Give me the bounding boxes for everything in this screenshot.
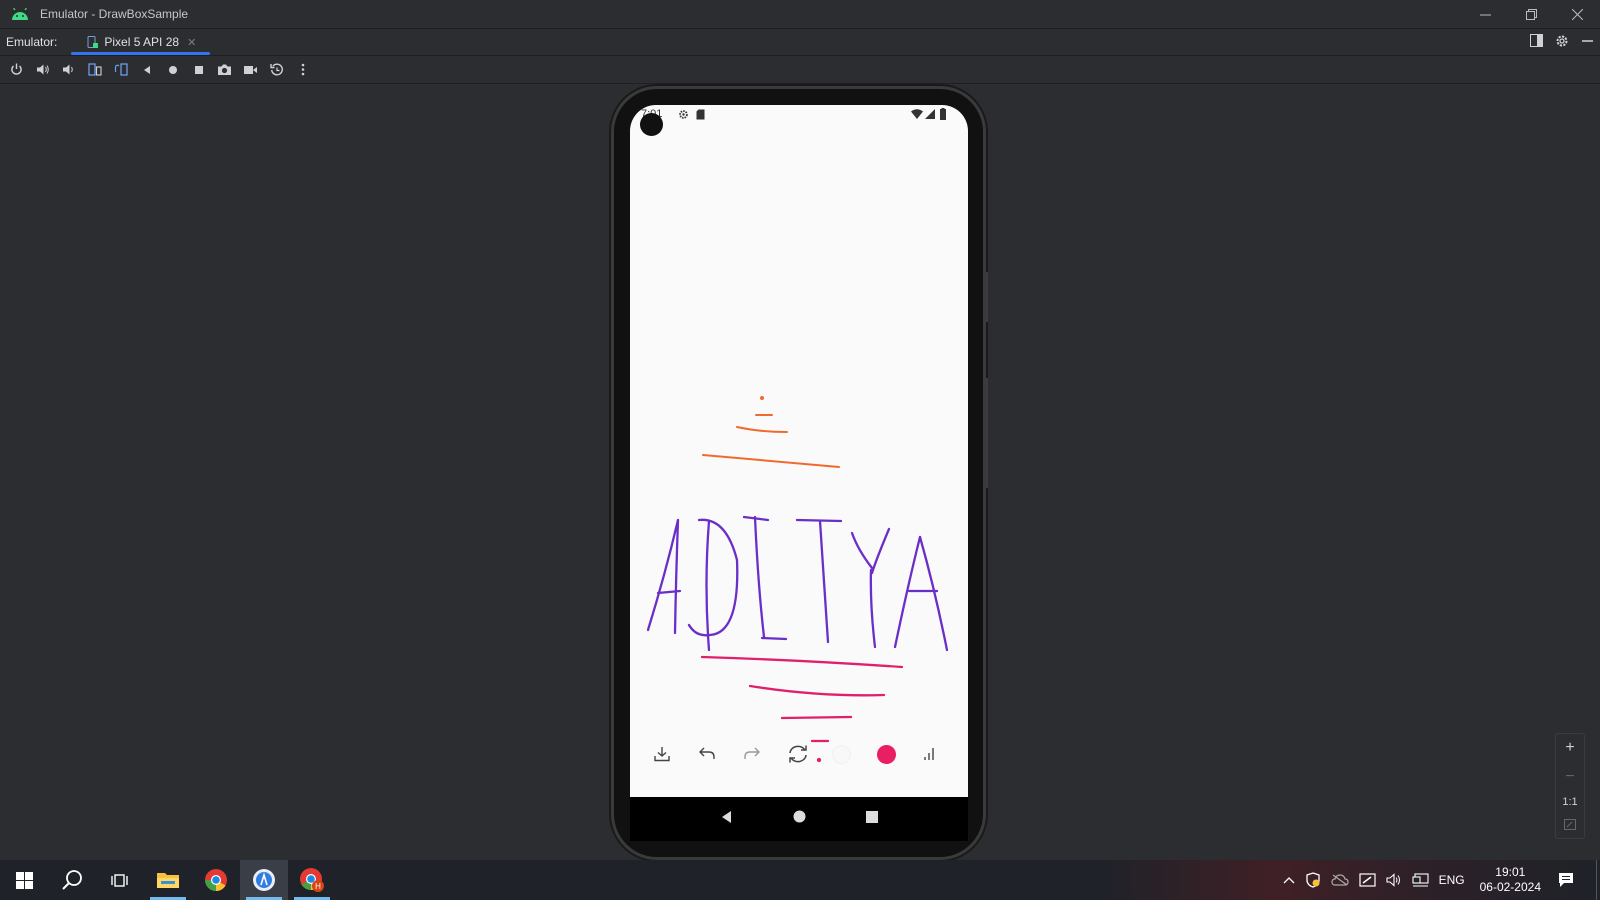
hide-panel-icon[interactable]	[1581, 34, 1594, 50]
status-bar: 7:01	[630, 105, 968, 136]
window-titlebar: Emulator - DrawBoxSample	[0, 0, 1600, 28]
clock[interactable]: 19:01 06-02-2024	[1480, 865, 1541, 895]
android-icon	[11, 7, 29, 21]
clock-date: 06-02-2024	[1479, 880, 1541, 894]
back-icon[interactable]	[136, 59, 157, 80]
speaker-icon[interactable]	[1386, 873, 1402, 887]
wifi-icon	[911, 109, 923, 122]
android-navbar	[630, 797, 968, 841]
camera-icon[interactable]	[214, 59, 235, 80]
start-button[interactable]	[0, 860, 48, 900]
chevron-up-icon[interactable]	[1283, 876, 1295, 884]
zoom-panel: + − 1:1	[1555, 733, 1585, 839]
task-view-icon[interactable]	[96, 860, 144, 900]
network-icon[interactable]	[1412, 873, 1429, 887]
orange-strokes	[702, 396, 840, 468]
battery-icon	[940, 108, 946, 123]
reset-icon[interactable]	[787, 744, 809, 769]
stroke-width-icon[interactable]	[922, 745, 938, 768]
tab-pixel-5[interactable]: Pixel 5 API 28 ✕	[71, 29, 211, 55]
svg-text:H: H	[315, 882, 321, 891]
more-options-icon[interactable]	[292, 59, 313, 80]
stroke-color-button[interactable]	[877, 745, 896, 764]
volume-down-icon[interactable]	[58, 59, 79, 80]
overview-icon[interactable]	[188, 59, 209, 80]
tab-label: Pixel 5 API 28	[104, 35, 180, 49]
pen-tablet-icon[interactable]	[1358, 873, 1376, 887]
device-icon	[87, 35, 99, 49]
zoom-actual-size-button[interactable]: 1:1	[1562, 796, 1577, 808]
drawing-controls-bar	[630, 737, 968, 773]
chrome-icon[interactable]	[192, 860, 240, 900]
tab-close-icon[interactable]: ✕	[187, 36, 196, 49]
emulator-tabbar: Emulator: Pixel 5 API 28 ✕	[0, 28, 1600, 56]
device-screen[interactable]: 7:01	[630, 105, 968, 797]
nav-home-icon[interactable]	[793, 810, 806, 828]
layout-icon[interactable]	[1530, 34, 1543, 50]
close-window-button[interactable]	[1554, 0, 1600, 28]
drawing-canvas[interactable]	[630, 165, 968, 765]
background-color-button[interactable]	[832, 745, 851, 764]
screenrecord-icon[interactable]	[240, 59, 261, 80]
zoom-fit-icon[interactable]	[1564, 818, 1576, 833]
security-icon[interactable]	[1305, 872, 1321, 888]
restore-button[interactable]	[1508, 0, 1554, 28]
power-icon[interactable]	[6, 59, 27, 80]
device-side-button	[985, 272, 988, 322]
clock-time: 19:01	[1495, 865, 1526, 879]
search-icon[interactable]	[48, 860, 96, 900]
windows-taskbar: H ENG 19:01 06-02-2024	[0, 860, 1600, 900]
download-icon[interactable]	[653, 745, 671, 768]
window-title: Emulator - DrawBoxSample	[40, 7, 189, 21]
emulator-label: Emulator:	[6, 35, 58, 49]
chrome-profile-icon[interactable]: H	[288, 860, 336, 900]
nav-overview-icon[interactable]	[866, 810, 878, 828]
zoom-out-icon[interactable]: −	[1565, 768, 1574, 786]
windows-icon	[15, 871, 33, 889]
camera-cutout	[640, 113, 663, 136]
sdcard-status-icon	[696, 109, 705, 123]
show-desktop-button[interactable]	[1596, 860, 1600, 900]
device-side-button	[985, 378, 988, 488]
system-tray: ENG 19:01 06-02-2024	[1278, 860, 1600, 900]
onedrive-icon[interactable]	[1330, 874, 1349, 886]
zoom-in-icon[interactable]: +	[1565, 739, 1574, 757]
notifications-icon[interactable]	[1558, 872, 1574, 888]
purple-strokes	[646, 515, 949, 652]
language-indicator[interactable]: ENG	[1439, 873, 1465, 887]
snapshot-icon[interactable]	[266, 59, 287, 80]
file-explorer-icon[interactable]	[144, 860, 192, 900]
signal-icon	[925, 109, 935, 122]
rotate-left-icon[interactable]	[84, 59, 105, 80]
settings-status-icon	[678, 109, 689, 123]
nav-back-icon[interactable]	[720, 810, 733, 829]
emulator-toolbar	[0, 56, 1600, 84]
gear-icon[interactable]	[1555, 34, 1569, 51]
undo-icon[interactable]	[698, 745, 716, 768]
volume-up-icon[interactable]	[32, 59, 53, 80]
rotate-right-icon[interactable]	[110, 59, 131, 80]
minimize-button[interactable]	[1462, 0, 1508, 28]
redo-icon[interactable]	[743, 745, 761, 768]
android-studio-icon[interactable]	[240, 860, 288, 900]
home-icon[interactable]	[162, 59, 183, 80]
